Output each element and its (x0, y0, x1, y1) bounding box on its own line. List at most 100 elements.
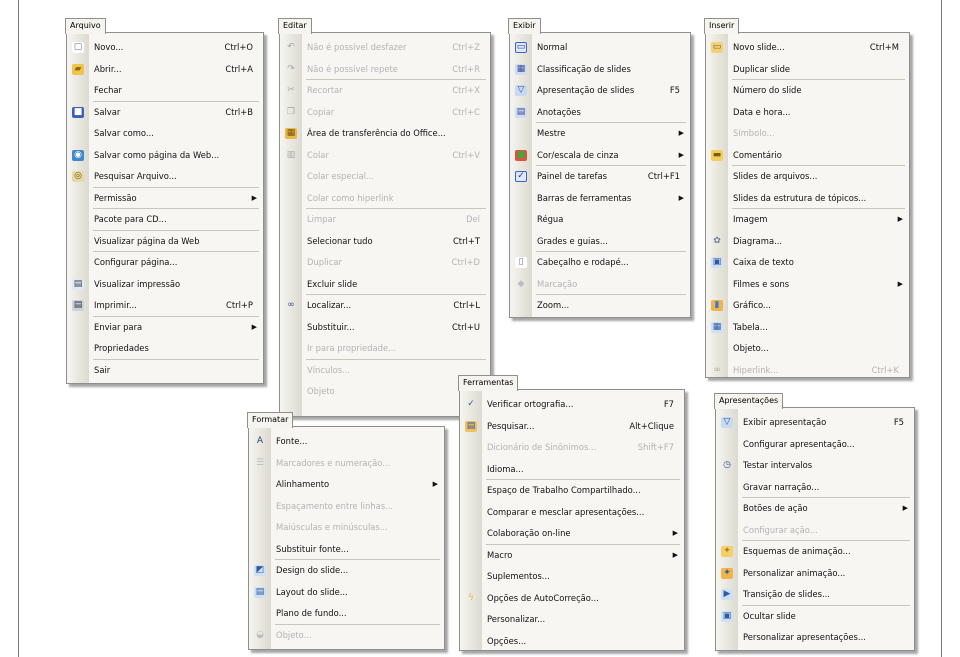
menu-item-inserir-9[interactable]: ✿ Diagrama... (706, 231, 909, 253)
menu-title-apresentacoes[interactable]: Apresentações (714, 393, 784, 409)
menu-item-exibir-2[interactable]: ▽ Apresentação de slides F5 (510, 80, 690, 102)
menu-item-exibir-0[interactable]: ▭ Normal (510, 37, 690, 59)
menu-item-inserir-6[interactable]: Slides de arquivos... (706, 166, 909, 188)
menu-item-arquivo-14[interactable]: Propriedades (67, 338, 263, 360)
menu-item-formatar-5[interactable]: Substituir fonte... (249, 539, 444, 561)
menu-item-inserir-5[interactable]: ▬ Comentário (706, 145, 909, 167)
menu-item-inserir-11[interactable]: Filmes e sons ▶ (706, 274, 909, 296)
menu-item-ferramentas-0[interactable]: ✓ Verificar ortografia... F7 (460, 394, 684, 416)
menu-item-ferramentas-9[interactable]: ϟ Opções de AutoCorreção... (460, 588, 684, 610)
menu-item-apresentacoes-1[interactable]: Configurar apresentação... (716, 434, 914, 456)
menu-item-formatar-2[interactable]: Alinhamento ▶ (249, 474, 444, 496)
menu-item-formatar-6[interactable]: ◩ Design do slide... (249, 560, 444, 582)
menu-item-inserir-12[interactable]: ▮ Gráfico... (706, 295, 909, 317)
submenu-arrow-icon: ▶ (678, 129, 684, 137)
menu-item-inserir-14[interactable]: Objeto... (706, 338, 909, 360)
menu-item-exibir-9[interactable]: Grades e guias... (510, 231, 690, 253)
menu-item-arquivo-1[interactable]: ▰ Abrir... Ctrl+A (67, 59, 263, 81)
menu-title-exibir[interactable]: Exibir (508, 18, 541, 34)
menu-item-exibir-3[interactable]: ▤ Anotações (510, 102, 690, 124)
menu-item-formatar-8[interactable]: Plano de fundo... (249, 603, 444, 625)
menu-item-inserir-10[interactable]: ▣ Caixa de texto (706, 252, 909, 274)
menu-item-arquivo-3[interactable]: ■ Salvar Ctrl+B (67, 102, 263, 124)
menu-item-arquivo-11[interactable]: ▤ Visualizar impressão (67, 274, 263, 296)
menu-item-editar-9[interactable]: Selecionar tudo Ctrl+T (280, 231, 490, 253)
menu-item-exibir-6[interactable]: ✓ Painel de tarefas Ctrl+F1 (510, 166, 690, 188)
menu-item-label: Fonte... (276, 436, 308, 446)
menu-item-formatar-0[interactable]: A Fonte... (249, 431, 444, 453)
comment-icon: ▬ (711, 149, 723, 161)
menu-item-exibir-10[interactable]: ▯ Cabeçalho e rodapé... (510, 252, 690, 274)
menu-item-arquivo-2[interactable]: Fechar (67, 80, 263, 102)
menu-item-arquivo-15[interactable]: Sair (67, 360, 263, 382)
menu-item-formatar-7[interactable]: ▤ Layout do slide... (249, 582, 444, 604)
menu-item-ferramentas-5[interactable]: Comparar e mesclar apresentações... (460, 502, 684, 524)
menu-item-apresentacoes-3[interactable]: Gravar narração... (716, 477, 914, 499)
menu-item-label: Idioma... (487, 463, 524, 474)
menu-item-apresentacoes-10[interactable]: Personalizar apresentações... (716, 627, 914, 649)
menu-item-arquivo-13[interactable]: Enviar para ▶ (67, 317, 263, 339)
menu-item-apresentacoes-8[interactable]: ▶ Transição de slides... (716, 584, 914, 606)
menu-item-inserir-7[interactable]: Slides da estrutura de tópicos... (706, 188, 909, 210)
menu-item-apresentacoes-7[interactable]: ✦ Personalizar animação... (716, 563, 914, 585)
menu-item-editar-12[interactable]: ∞ Localizar... Ctrl+L (280, 295, 490, 317)
menu-item-apresentacoes-6[interactable]: ✦ Esquemas de animação... (716, 541, 914, 563)
menu-item-exibir-1[interactable]: ▦ Classificação de slides (510, 59, 690, 81)
menu-title-ferramentas[interactable]: Ferramentas (458, 375, 519, 391)
menu-item-exibir-4[interactable]: Mestre ▶ (510, 123, 690, 145)
new-icon: ▢ (72, 42, 84, 53)
menu-item-label: Colar (307, 149, 329, 160)
menu-item-arquivo-0[interactable]: ▢ Novo... Ctrl+O (67, 37, 263, 59)
menu-item-exibir-7[interactable]: Barras de ferramentas ▶ (510, 188, 690, 210)
menu-item-arquivo-4[interactable]: Salvar como... (67, 123, 263, 145)
menu-item-label: Colaboração on-line (487, 528, 571, 538)
menu-item-arquivo-6[interactable]: ◎ Pesquisar Arquivo... (67, 166, 263, 188)
menu-item-exibir-8[interactable]: Régua (510, 209, 690, 231)
menu-title-formatar[interactable]: Formatar (247, 412, 294, 428)
menu-item-arquivo-8[interactable]: Pacote para CD... (67, 209, 263, 231)
menu-title-inserir[interactable]: Inserir (704, 18, 740, 34)
menu-item-label: Enviar para (94, 321, 143, 332)
menu-item-ferramentas-3[interactable]: Idioma... (460, 459, 684, 481)
menu-item-label: Marcação (537, 278, 578, 289)
menu-item-apresentacoes-4[interactable]: Botões de ação ▶ (716, 498, 914, 520)
menu-item-arquivo-12[interactable]: ▤ Imprimir... Ctrl+P (67, 295, 263, 317)
menu-title-editar[interactable]: Editar (278, 18, 312, 34)
menu-item-inserir-0[interactable]: ▭ Novo slide... Ctrl+M (706, 37, 909, 59)
menu-item-ferramentas-6[interactable]: Colaboração on-line ▶ (460, 523, 684, 545)
menu-item-editar-10: Duplicar Ctrl+D (280, 252, 490, 274)
menu-item-label: Área de transferência do Office... (307, 128, 446, 138)
menu-item-editar-11[interactable]: Excluir slide (280, 274, 490, 296)
menu-item-arquivo-9[interactable]: Visualizar página da Web (67, 231, 263, 253)
menu-item-apresentacoes-0[interactable]: ▽ Exibir apresentação F5 (716, 412, 914, 434)
menu-title-arquivo[interactable]: Arquivo (65, 18, 106, 34)
menu-item-label: Anotações (537, 106, 581, 117)
menu-item-inserir-13[interactable]: ▦ Tabela... (706, 317, 909, 339)
menu-item-ferramentas-4[interactable]: Espaço de Trabalho Compartilhado... (460, 480, 684, 502)
binoculars-icon: ∞ (287, 300, 295, 310)
menu-item-label: Visualizar página da Web (94, 235, 200, 246)
menu-item-apresentacoes-2[interactable]: ◷ Testar intervalos (716, 455, 914, 477)
menu-item-ferramentas-11[interactable]: Opções... (460, 631, 684, 653)
bullets-icon: ☰ (255, 457, 265, 468)
menu-item-inserir-2[interactable]: Número do slide (706, 80, 909, 102)
menu-item-arquivo-7[interactable]: Permissão ▶ (67, 188, 263, 210)
menu-item-arquivo-10[interactable]: Configurar página... (67, 252, 263, 274)
menu-item-inserir-1[interactable]: Duplicar slide (706, 59, 909, 81)
menu-item-exibir-5[interactable]: ■ Cor/escala de cinza ▶ (510, 145, 690, 167)
menu-item-inserir-8[interactable]: Imagem ▶ (706, 209, 909, 231)
menu-item-apresentacoes-9[interactable]: ▣ Ocultar slide (716, 606, 914, 628)
submenu-arrow-icon: ▶ (678, 150, 684, 159)
menu-item-exibir-12[interactable]: Zoom... (510, 295, 690, 317)
menu-item-label: Comparar e mesclar apresentações... (487, 506, 645, 517)
menu-item-ferramentas-7[interactable]: Macro ▶ (460, 545, 684, 567)
menu-item-editar-4[interactable]: ▦ Área de transferência do Office... (280, 123, 490, 145)
header-footer-icon: ▯ (515, 257, 527, 268)
menu-item-arquivo-5[interactable]: ◉ Salvar como página da Web... (67, 145, 263, 167)
menu-item-ferramentas-8[interactable]: Suplementos... (460, 566, 684, 588)
menu-item-ferramentas-1[interactable]: ▤ Pesquisar... Alt+Clique (460, 416, 684, 438)
menu-item-ferramentas-10[interactable]: Personalizar... (460, 609, 684, 631)
menu-item-label: Plano de fundo... (276, 608, 347, 618)
menu-item-editar-13[interactable]: Substituir... Ctrl+U (280, 317, 490, 339)
menu-item-inserir-3[interactable]: Data e hora... (706, 102, 909, 124)
